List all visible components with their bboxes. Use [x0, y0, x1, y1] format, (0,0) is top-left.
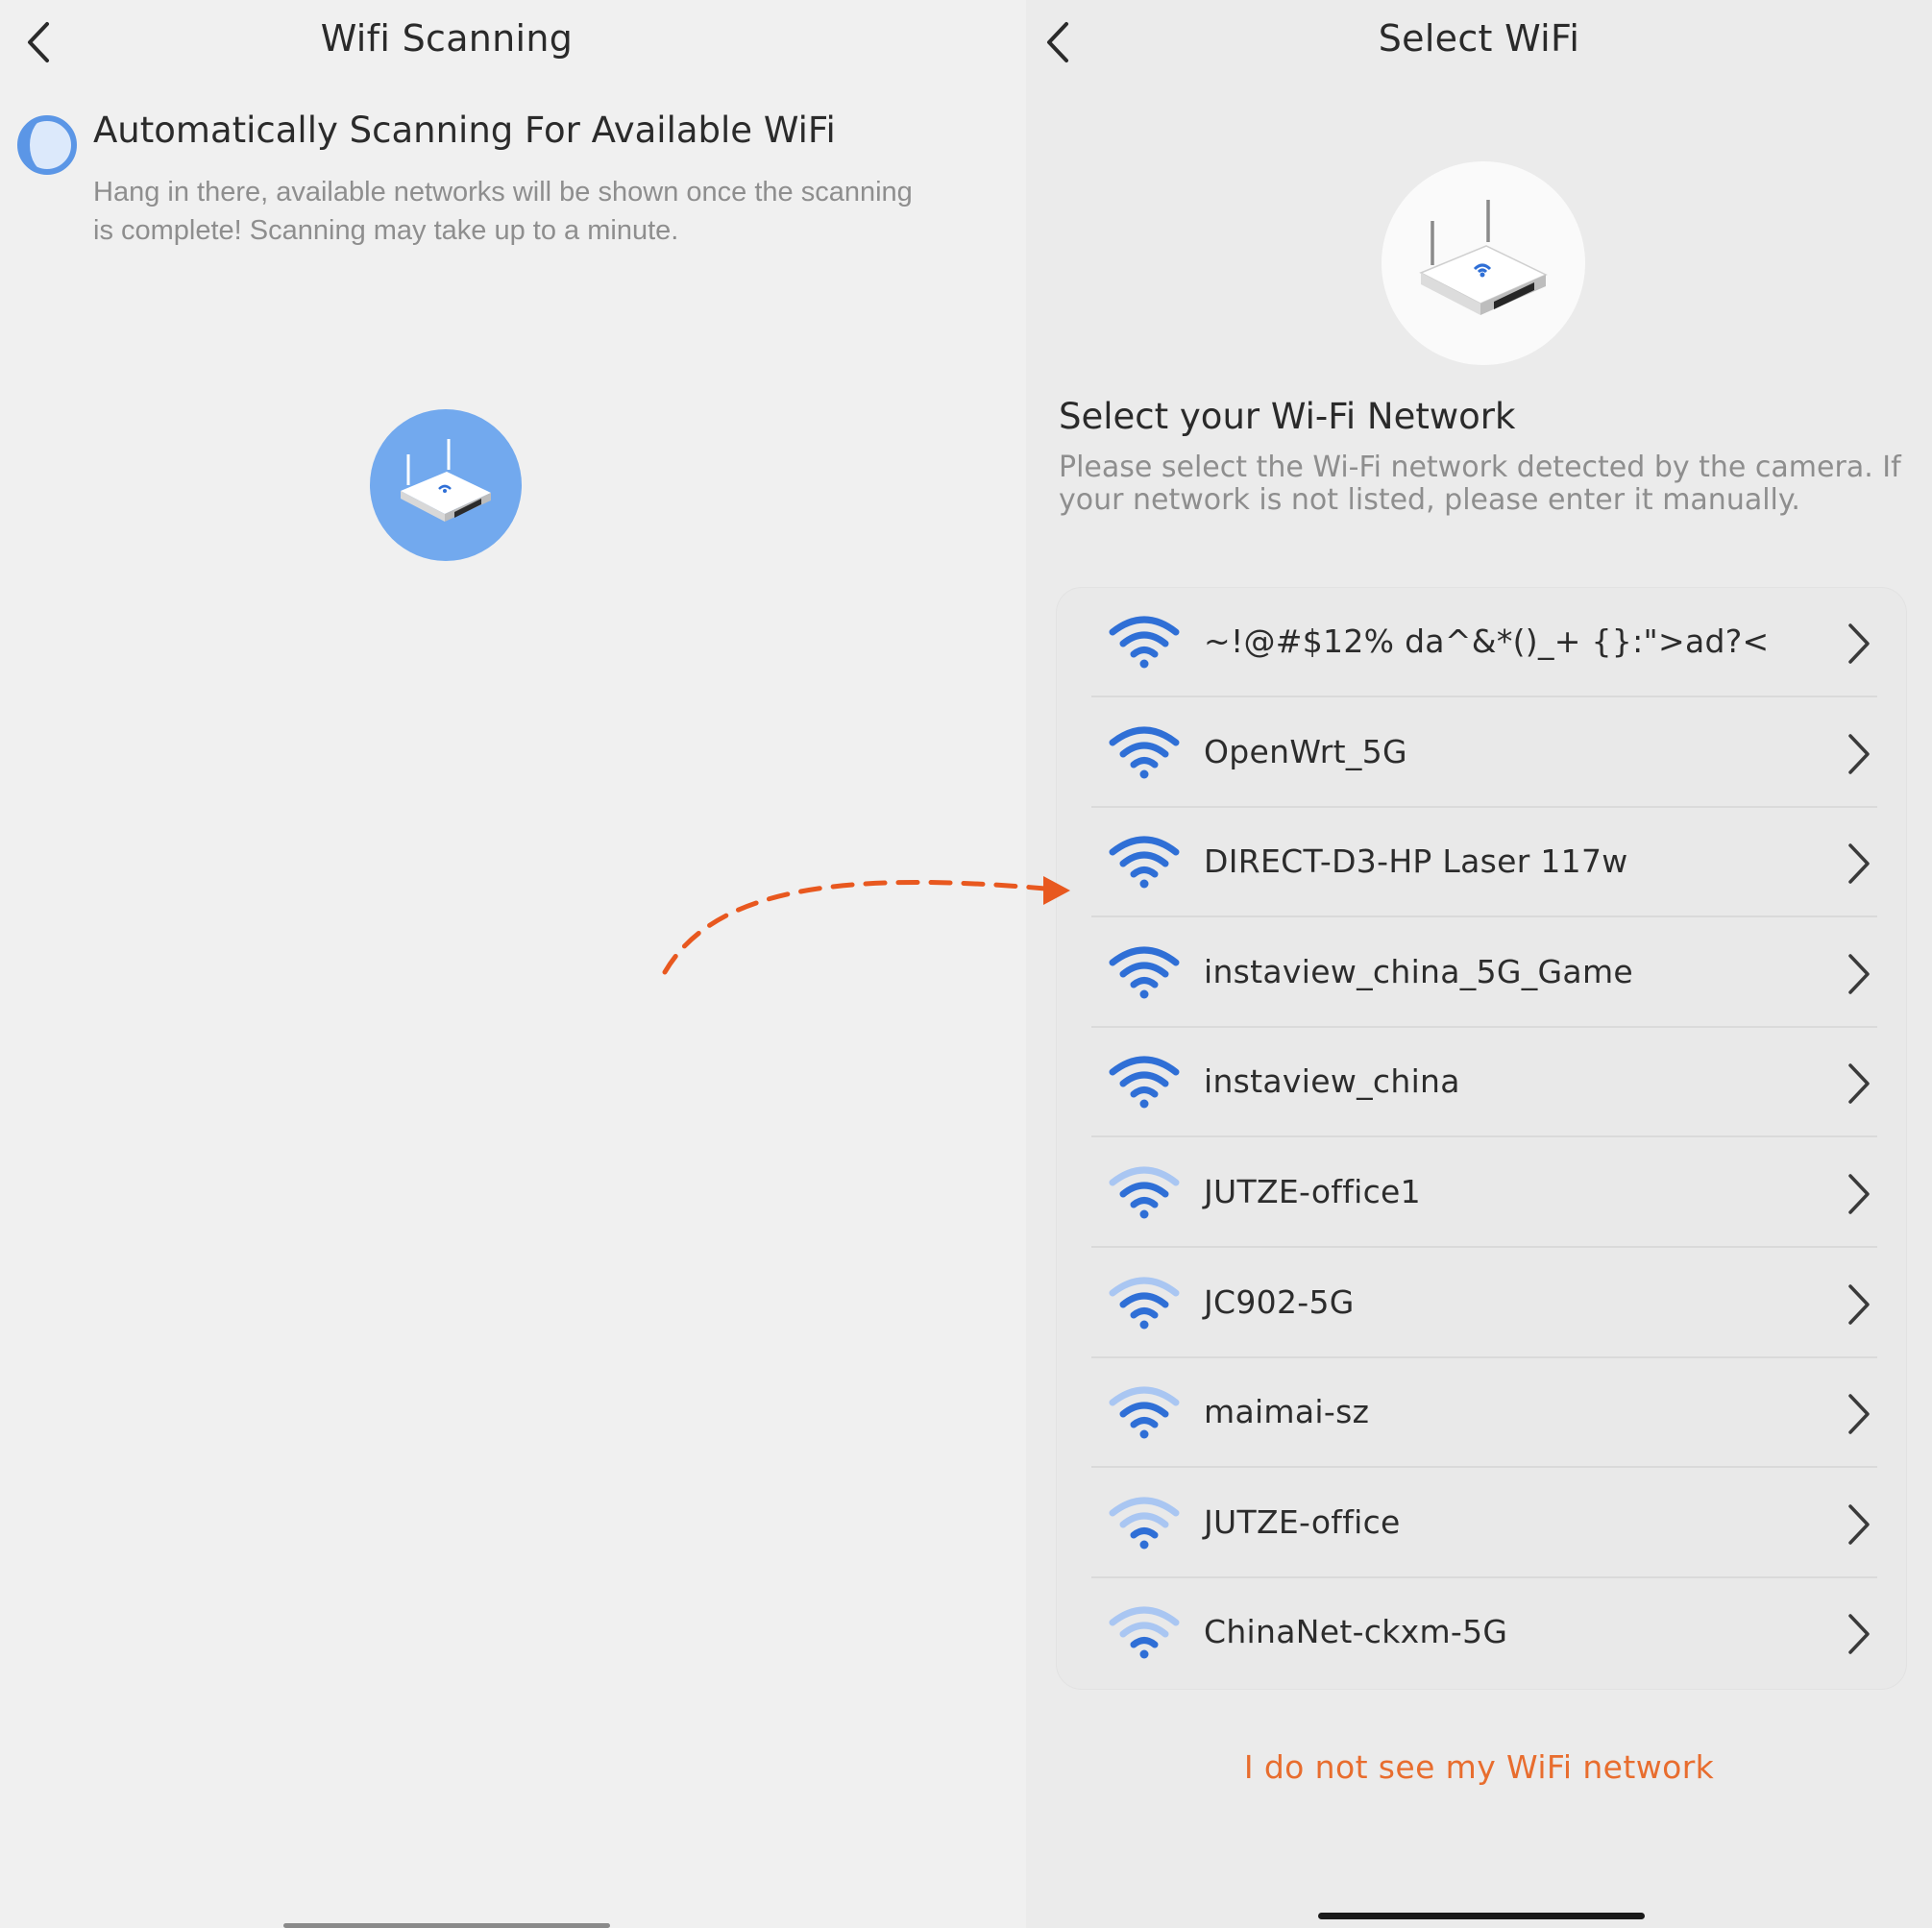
wifi-signal-icon: [1109, 726, 1180, 779]
wifi-ssid: instaview_china: [1204, 1062, 1460, 1101]
wifi-network-row[interactable]: instaview_china_5G_Game: [1057, 918, 1906, 1028]
wifi-network-row[interactable]: DIRECT-D3-HP Laser 117w: [1057, 808, 1906, 918]
router-badge: [1382, 161, 1585, 365]
wifi-signal-icon: [1109, 616, 1180, 669]
wifi-ssid: JC902-5G: [1204, 1282, 1355, 1321]
section-description: Please select the Wi-Fi network detected…: [1059, 451, 1901, 517]
wifi-ssid: DIRECT-D3-HP Laser 117w: [1204, 842, 1628, 881]
home-indicator: [283, 1923, 610, 1928]
wifi-ssid: JUTZE-office1: [1204, 1173, 1421, 1210]
wifi-network-row[interactable]: OpenWrt_5G: [1057, 698, 1906, 808]
page-title: Wifi Scanning: [320, 17, 574, 60]
chevron-right-icon: [1848, 1174, 1870, 1214]
wifi-ssid: instaview_china_5G_Game: [1204, 952, 1634, 990]
scan-message: Hang in there, available networks will b…: [93, 177, 913, 246]
chevron-right-icon: [1848, 623, 1870, 664]
wifi-network-row[interactable]: maimai-sz: [1057, 1358, 1906, 1469]
manual-entry-link[interactable]: I do not see my WiFi network: [1026, 1748, 1932, 1786]
wifi-network-row[interactable]: instaview_china: [1057, 1028, 1906, 1138]
wifi-signal-icon: [1109, 1497, 1180, 1550]
wifi-signal-icon: [1109, 1277, 1180, 1330]
wifi-network-row[interactable]: JUTZE-office1: [1057, 1138, 1906, 1248]
scan-heading: Automatically Scanning For Available WiF…: [93, 110, 836, 151]
wifi-ssid: ChinaNet-ckxm-5G: [1204, 1613, 1508, 1651]
router-icon: [1419, 200, 1548, 315]
wifi-ssid: ~!@#$12% da^&*()_+ {}:">ad?<: [1204, 622, 1770, 660]
wifi-signal-icon: [1109, 1607, 1180, 1659]
home-indicator: [1318, 1913, 1645, 1919]
wifi-signal-icon: [1109, 946, 1180, 999]
wifi-scanning-screen: Wifi Scanning Automatically Scanning For…: [0, 0, 1026, 1928]
chevron-right-icon: [1848, 954, 1870, 994]
wifi-network-list: ~!@#$12% da^&*()_+ {}:">ad?< OpenWrt_5G DI…: [1057, 588, 1906, 1689]
wifi-network-row[interactable]: JUTZE-office: [1057, 1469, 1906, 1578]
wifi-signal-icon: [1109, 1166, 1180, 1219]
wifi-signal-icon: [1109, 1057, 1180, 1109]
chevron-right-icon: [1848, 843, 1870, 884]
router-badge: [370, 409, 522, 561]
chevron-right-icon: [1848, 1394, 1870, 1434]
wifi-network-row[interactable]: ~!@#$12% da^&*()_+ {}:">ad?<: [1057, 588, 1906, 697]
wifi-ssid: JUTZE-office: [1204, 1502, 1401, 1541]
wifi-ssid: OpenWrt_5G: [1204, 732, 1407, 770]
chevron-right-icon: [1848, 733, 1870, 774]
loading-spinner-icon: [17, 115, 77, 175]
wifi-signal-icon: [1109, 1386, 1180, 1439]
wifi-signal-icon: [1109, 836, 1180, 889]
chevron-right-icon: [1848, 1504, 1870, 1545]
section-title: Select your Wi-Fi Network: [1059, 396, 1516, 437]
chevron-right-icon: [1848, 1614, 1870, 1655]
chevron-right-icon: [1848, 1283, 1870, 1325]
chevron-right-icon: [1848, 1063, 1870, 1105]
wifi-network-row[interactable]: JC902-5G: [1057, 1249, 1906, 1358]
select-wifi-screen: Select WiFi Select your Wi-Fi Network Pl…: [1026, 0, 1932, 1928]
router-icon: [401, 439, 491, 522]
wifi-ssid: maimai-sz: [1204, 1393, 1370, 1431]
page-title: Select WiFi: [1378, 17, 1580, 60]
wifi-network-row[interactable]: ChinaNet-ckxm-5G: [1057, 1578, 1906, 1688]
